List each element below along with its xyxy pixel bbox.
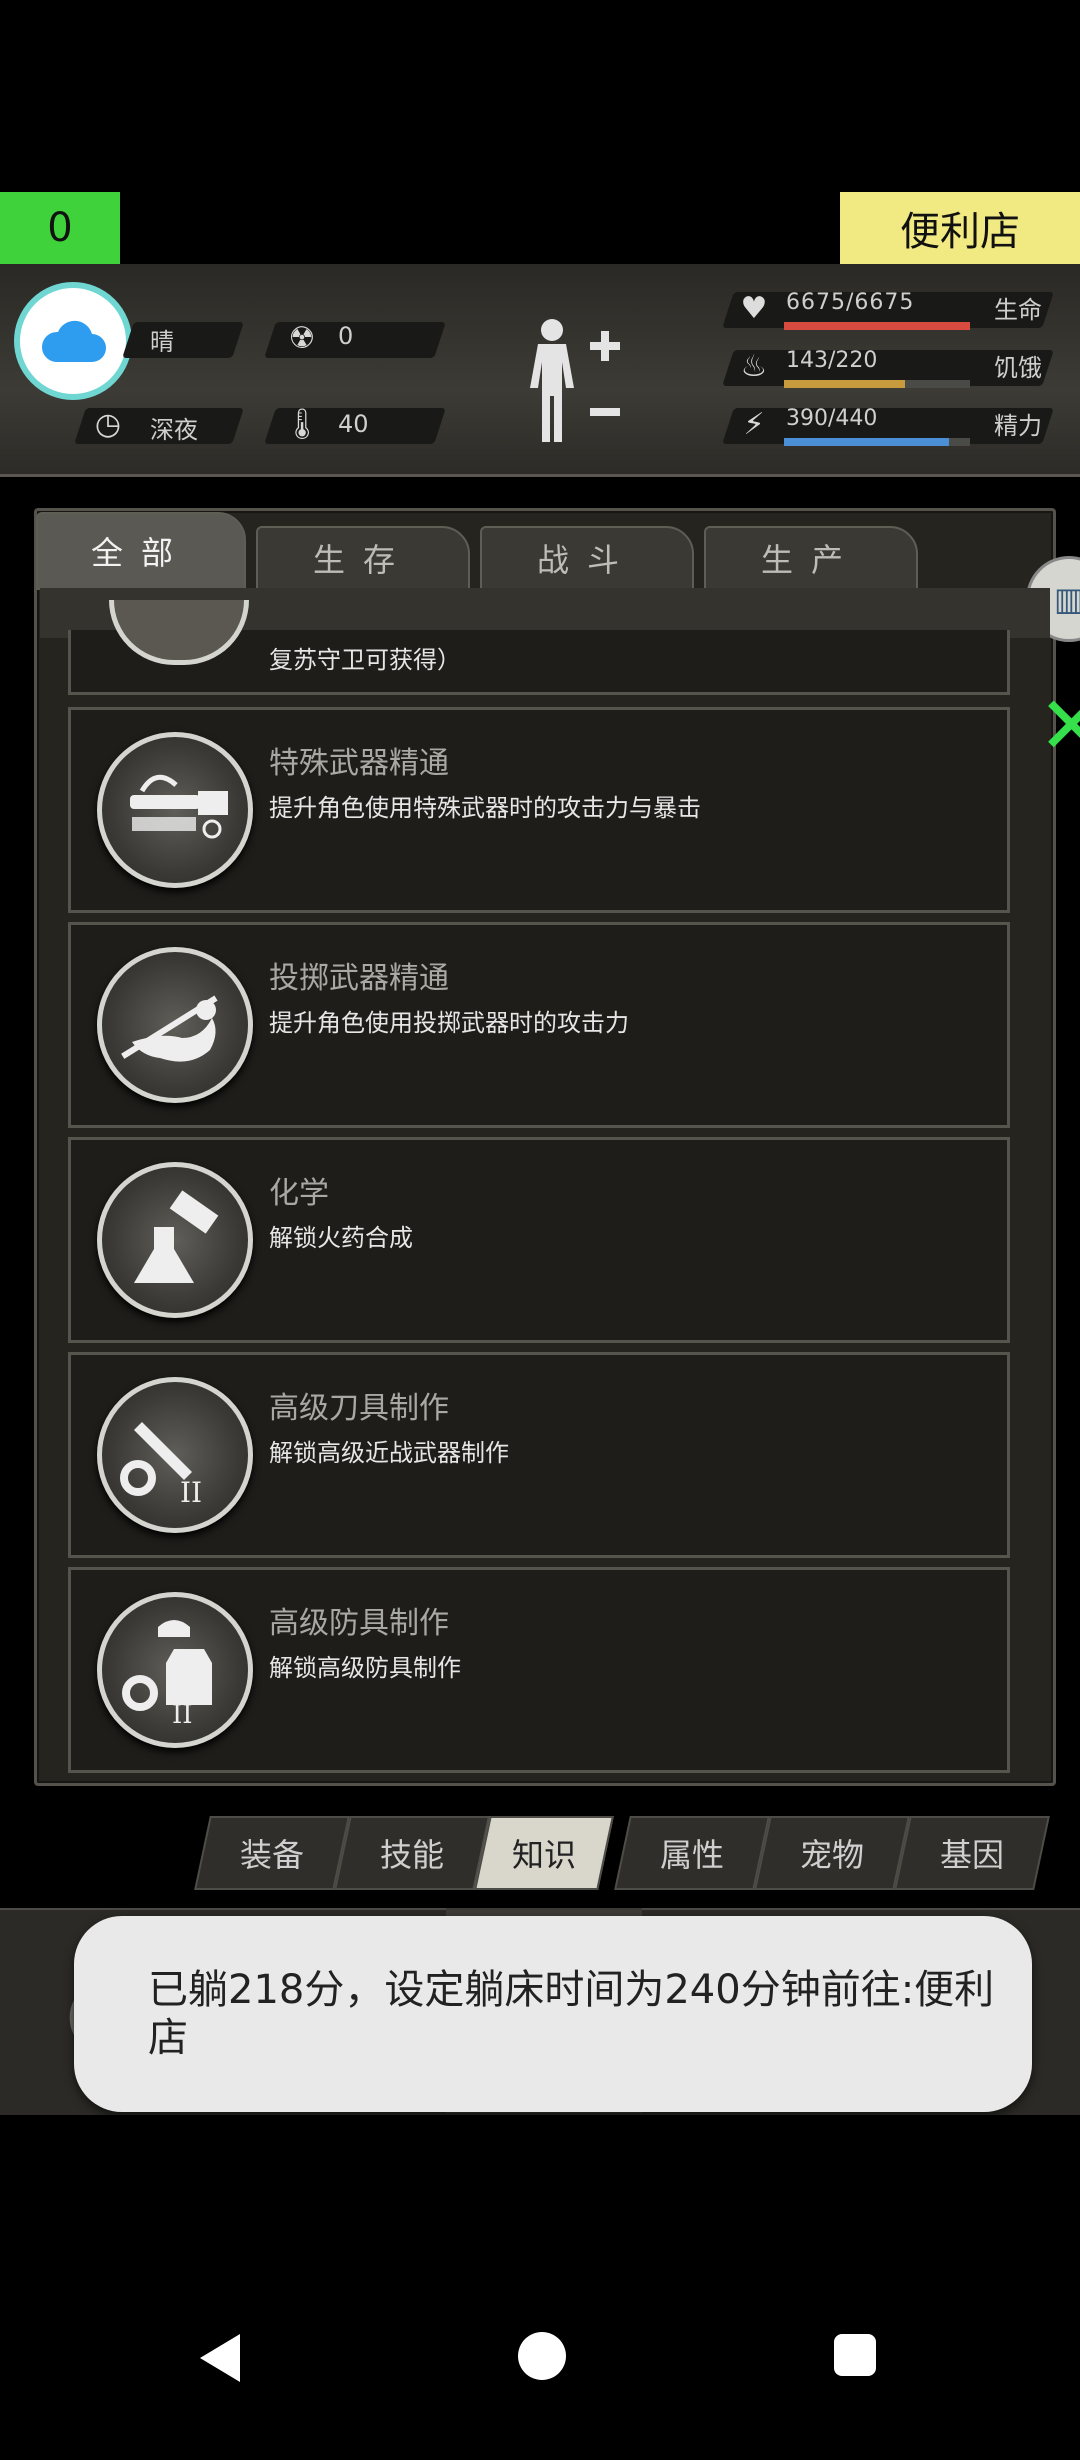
tab-combat[interactable]: 战斗	[480, 526, 694, 590]
side-close-icon[interactable]: ✕	[1038, 676, 1080, 776]
health-label: 生命	[994, 296, 1042, 324]
subtab-genes[interactable]: 基因	[894, 1816, 1050, 1890]
energy-value: 390/440	[786, 406, 878, 431]
skill-title: 高级刀具制作	[269, 1391, 449, 1426]
skill-desc: 解锁高级防具制作	[269, 1654, 461, 1682]
thermometer-icon: 🌡︎	[282, 406, 322, 442]
skill-card-partial[interactable]: 复苏守卫可获得）	[68, 600, 1010, 695]
skill-card-throwing-weapons[interactable]: 投掷武器精通 提升角色使用投掷武器时的攻击力	[68, 922, 1010, 1128]
radiation-value: 0	[338, 322, 354, 350]
hunger-icon: ♨	[740, 348, 768, 384]
energy-bar	[784, 438, 970, 446]
radiation-icon: ☢	[288, 320, 316, 356]
skill-title: 高级防具制作	[269, 1606, 449, 1641]
cloud-icon	[41, 320, 106, 362]
subtab-skills[interactable]: 技能	[334, 1816, 490, 1890]
skill-desc: 解锁高级近战武器制作	[269, 1439, 509, 1467]
skill-title: 化学	[269, 1176, 329, 1211]
temperature-value: 40	[338, 410, 369, 438]
skill-desc: 解锁火药合成	[269, 1224, 413, 1252]
skill-desc: 提升角色使用特殊武器时的攻击力与暴击	[269, 794, 701, 822]
hunger-value: 143/220	[786, 348, 878, 373]
body-figure-icon[interactable]	[520, 316, 640, 446]
counter-badge[interactable]: 0	[0, 192, 120, 264]
svg-text:II: II	[180, 1476, 202, 1509]
character-subtabs: 装备 技能 知识 属性 宠物 基因	[194, 1816, 1066, 1890]
partial-skill-icon	[109, 600, 249, 665]
convenience-store-button[interactable]: 便利店	[840, 192, 1080, 264]
svg-text:II: II	[172, 1700, 193, 1730]
hunger-bar	[784, 380, 970, 388]
hunger-label: 饥饿	[994, 354, 1042, 382]
health-bar	[784, 322, 970, 330]
toast-text: 已躺218分，设定躺床时间为240分钟前往:便利店	[148, 1967, 995, 2061]
skill-desc: 复苏守卫可获得）	[269, 646, 461, 674]
tab-production[interactable]: 生产	[704, 526, 918, 590]
weather-avatar[interactable]	[14, 282, 132, 400]
subtab-knowledge[interactable]: 知识	[474, 1816, 614, 1890]
javelin-throw-icon	[97, 947, 253, 1103]
health-value: 6675/6675	[786, 290, 915, 315]
gatling-gun-icon	[97, 732, 253, 888]
skill-title: 特殊武器精通	[269, 746, 449, 781]
toast-message: 已躺218分，设定躺床时间为240分钟前往:便利店	[74, 1916, 1032, 2112]
energy-label: 精力	[994, 412, 1042, 440]
knife-crafting-icon: II	[97, 1377, 253, 1533]
heart-icon: ♥	[740, 290, 768, 326]
nav-back-icon[interactable]	[196, 2330, 244, 2386]
status-header: 晴 ☢ 0 ◷ 深夜 🌡︎ 40 ♥ 6675/6675 生命 ♨ 143/22…	[0, 264, 1080, 477]
time-of-day-label: 深夜	[150, 416, 198, 444]
chemistry-flask-icon	[97, 1162, 253, 1318]
skill-card-advanced-knife-crafting[interactable]: II 高级刀具制作 解锁高级近战武器制作	[68, 1352, 1010, 1558]
subtab-pets[interactable]: 宠物	[754, 1816, 910, 1890]
armor-crafting-icon: II	[97, 1592, 253, 1748]
skill-desc: 提升角色使用投掷武器时的攻击力	[269, 1009, 629, 1037]
energy-icon: ⚡	[743, 406, 765, 442]
weather-label: 晴	[150, 328, 174, 356]
clock-icon: ◷	[94, 406, 122, 442]
tab-all[interactable]: 全部	[36, 512, 246, 590]
subtab-attributes[interactable]: 属性	[614, 1816, 770, 1890]
skill-card-special-weapons[interactable]: 特殊武器精通 提升角色使用特殊武器时的攻击力与暴击	[68, 707, 1010, 913]
nav-home-icon[interactable]	[516, 2330, 568, 2382]
nav-recents-icon[interactable]	[832, 2332, 878, 2378]
skill-card-advanced-armor-crafting[interactable]: II 高级防具制作 解锁高级防具制作	[68, 1567, 1010, 1773]
skill-title: 投掷武器精通	[269, 961, 449, 996]
subtab-equipment[interactable]: 装备	[194, 1816, 350, 1890]
tab-survival[interactable]: 生存	[256, 526, 470, 590]
skill-card-chemistry[interactable]: 化学 解锁火药合成	[68, 1137, 1010, 1343]
